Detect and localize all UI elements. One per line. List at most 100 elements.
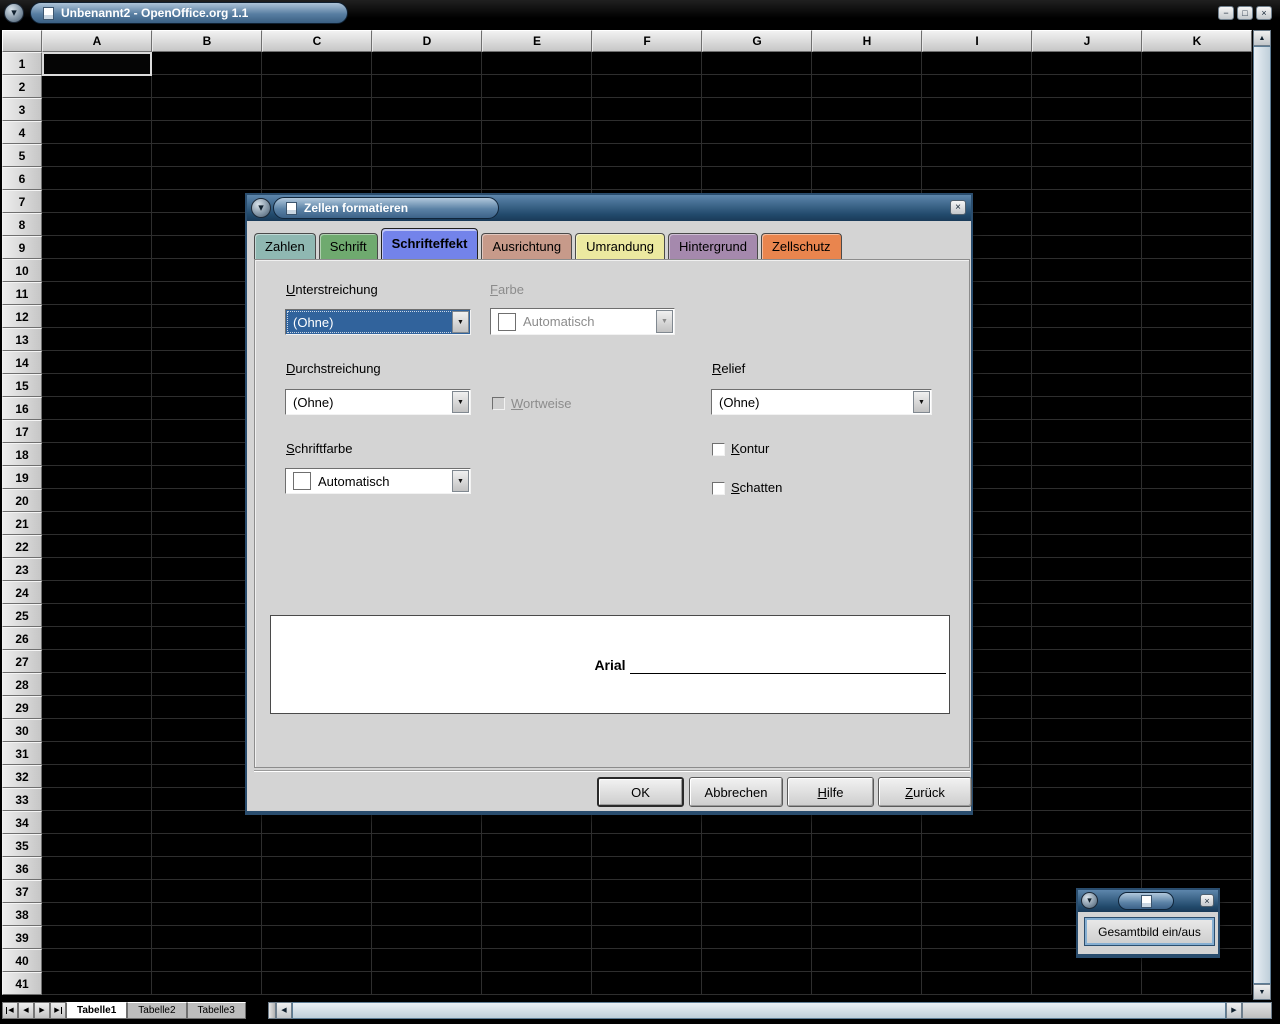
last-sheet-button[interactable]: ▶	[50, 1002, 66, 1019]
strikethrough-dropdown[interactable]: (Ohne) ▼	[285, 389, 471, 415]
row-header-12[interactable]: 12	[2, 305, 42, 328]
column-header-B[interactable]: B	[152, 30, 262, 52]
tab-umrandung[interactable]: Umrandung	[575, 233, 665, 259]
row-header-14[interactable]: 14	[2, 351, 42, 374]
scroll-down-button[interactable]: ▼	[1253, 984, 1271, 1000]
row-header-41[interactable]: 41	[2, 972, 42, 995]
tab-schrifteffekt[interactable]: Schrifteffekt	[381, 228, 479, 259]
help-button[interactable]: Hilfe	[787, 777, 874, 807]
tab-schrift[interactable]: Schrift	[319, 233, 378, 259]
row-header-27[interactable]: 27	[2, 650, 42, 673]
row-header-2[interactable]: 2	[2, 75, 42, 98]
column-header-I[interactable]: I	[922, 30, 1032, 52]
row-header-17[interactable]: 17	[2, 420, 42, 443]
row-header-40[interactable]: 40	[2, 949, 42, 972]
maximize-button[interactable]: □	[1237, 6, 1253, 20]
row-header-15[interactable]: 15	[2, 374, 42, 397]
row-header-8[interactable]: 8	[2, 213, 42, 236]
select-all-corner[interactable]	[2, 30, 42, 52]
row-header-28[interactable]: 28	[2, 673, 42, 696]
column-header-A[interactable]: A	[42, 30, 152, 52]
row-header-7[interactable]: 7	[2, 190, 42, 213]
row-header-21[interactable]: 21	[2, 512, 42, 535]
dialog-menu-button[interactable]: ▾	[251, 198, 271, 218]
column-header-D[interactable]: D	[372, 30, 482, 52]
tab-zahlen[interactable]: Zahlen	[254, 233, 316, 259]
row-header-23[interactable]: 23	[2, 558, 42, 581]
window-menu-button[interactable]: ▾	[4, 3, 24, 23]
row-header-3[interactable]: 3	[2, 98, 42, 121]
row-header-39[interactable]: 39	[2, 926, 42, 949]
row-header-9[interactable]: 9	[2, 236, 42, 259]
row-header-25[interactable]: 25	[2, 604, 42, 627]
column-header-K[interactable]: K	[1142, 30, 1252, 52]
scroll-left-button[interactable]: ◀	[276, 1002, 292, 1019]
column-header-J[interactable]: J	[1032, 30, 1142, 52]
row-header-26[interactable]: 26	[2, 627, 42, 650]
row-header-30[interactable]: 30	[2, 719, 42, 742]
row-header-11[interactable]: 11	[2, 282, 42, 305]
full-image-toggle-button[interactable]: Gesamtbild ein/aus	[1084, 917, 1215, 946]
row-header-1[interactable]: 1	[2, 52, 42, 75]
shadow-checkbox[interactable]	[712, 482, 725, 495]
navigator-close-button[interactable]: ×	[1200, 894, 1214, 907]
dialog-close-button[interactable]: ×	[950, 200, 966, 215]
row-header-34[interactable]: 34	[2, 811, 42, 834]
row-header-36[interactable]: 36	[2, 857, 42, 880]
row-header-5[interactable]: 5	[2, 144, 42, 167]
underline-dropdown[interactable]: (Ohne) ▼	[285, 309, 471, 335]
row-header-22[interactable]: 22	[2, 535, 42, 558]
row-header-18[interactable]: 18	[2, 443, 42, 466]
vertical-scroll-thumb[interactable]	[1253, 46, 1271, 984]
row-header-19[interactable]: 19	[2, 466, 42, 489]
row-header-38[interactable]: 38	[2, 903, 42, 926]
row-header-4[interactable]: 4	[2, 121, 42, 144]
navigator-menu-button[interactable]: ▾	[1081, 892, 1098, 909]
cancel-button[interactable]: Abbrechen	[689, 777, 783, 807]
row-header-10[interactable]: 10	[2, 259, 42, 282]
sheet-tab-tabelle2[interactable]: Tabelle2	[127, 1002, 186, 1019]
row-header-20[interactable]: 20	[2, 489, 42, 512]
column-header-G[interactable]: G	[702, 30, 812, 52]
scroll-right-button[interactable]: ▶	[1226, 1002, 1242, 1019]
tab-hintergrund[interactable]: Hintergrund	[668, 233, 758, 259]
dropdown-arrow-icon[interactable]: ▼	[913, 391, 930, 413]
back-button[interactable]: Zurück	[878, 777, 972, 807]
column-header-F[interactable]: F	[592, 30, 702, 52]
tab-zellschutz[interactable]: Zellschutz	[761, 233, 842, 259]
row-header-33[interactable]: 33	[2, 788, 42, 811]
relief-dropdown[interactable]: (Ohne) ▼	[711, 389, 932, 415]
row-header-6[interactable]: 6	[2, 167, 42, 190]
sheet-tab-splitter[interactable]	[268, 1002, 276, 1019]
horizontal-scrollbar[interactable]: ◀ ▶	[276, 1002, 1242, 1019]
row-header-16[interactable]: 16	[2, 397, 42, 420]
next-sheet-button[interactable]: ▶	[34, 1002, 50, 1019]
navigator-titlebar[interactable]: ▾ ×	[1078, 890, 1218, 912]
dropdown-arrow-icon[interactable]: ▼	[452, 470, 469, 492]
sheet-tab-tabelle1[interactable]: Tabelle1	[66, 1002, 127, 1019]
outline-checkbox[interactable]	[712, 443, 725, 456]
dialog-titlebar[interactable]: ▾ Zellen formatieren ×	[247, 195, 971, 221]
row-header-37[interactable]: 37	[2, 880, 42, 903]
scroll-up-button[interactable]: ▲	[1253, 30, 1271, 46]
font-color-dropdown[interactable]: Automatisch ▼	[285, 468, 471, 494]
close-button[interactable]: ×	[1256, 6, 1272, 20]
row-header-13[interactable]: 13	[2, 328, 42, 351]
minimize-button[interactable]: −	[1218, 6, 1234, 20]
dropdown-arrow-icon[interactable]: ▼	[452, 391, 469, 413]
tab-ausrichtung[interactable]: Ausrichtung	[481, 233, 572, 259]
column-header-H[interactable]: H	[812, 30, 922, 52]
horizontal-scroll-thumb[interactable]	[292, 1002, 1226, 1019]
row-header-24[interactable]: 24	[2, 581, 42, 604]
dropdown-arrow-icon[interactable]: ▼	[452, 311, 469, 333]
ok-button[interactable]: OK	[597, 777, 684, 807]
vertical-scrollbar[interactable]: ▲ ▼	[1253, 30, 1271, 1000]
first-sheet-button[interactable]: ◀	[2, 1002, 18, 1019]
row-header-32[interactable]: 32	[2, 765, 42, 788]
sheet-tab-tabelle3[interactable]: Tabelle3	[187, 1002, 246, 1019]
column-header-C[interactable]: C	[262, 30, 372, 52]
row-header-35[interactable]: 35	[2, 834, 42, 857]
active-cell-a1[interactable]	[42, 52, 152, 76]
row-header-29[interactable]: 29	[2, 696, 42, 719]
column-header-E[interactable]: E	[482, 30, 592, 52]
